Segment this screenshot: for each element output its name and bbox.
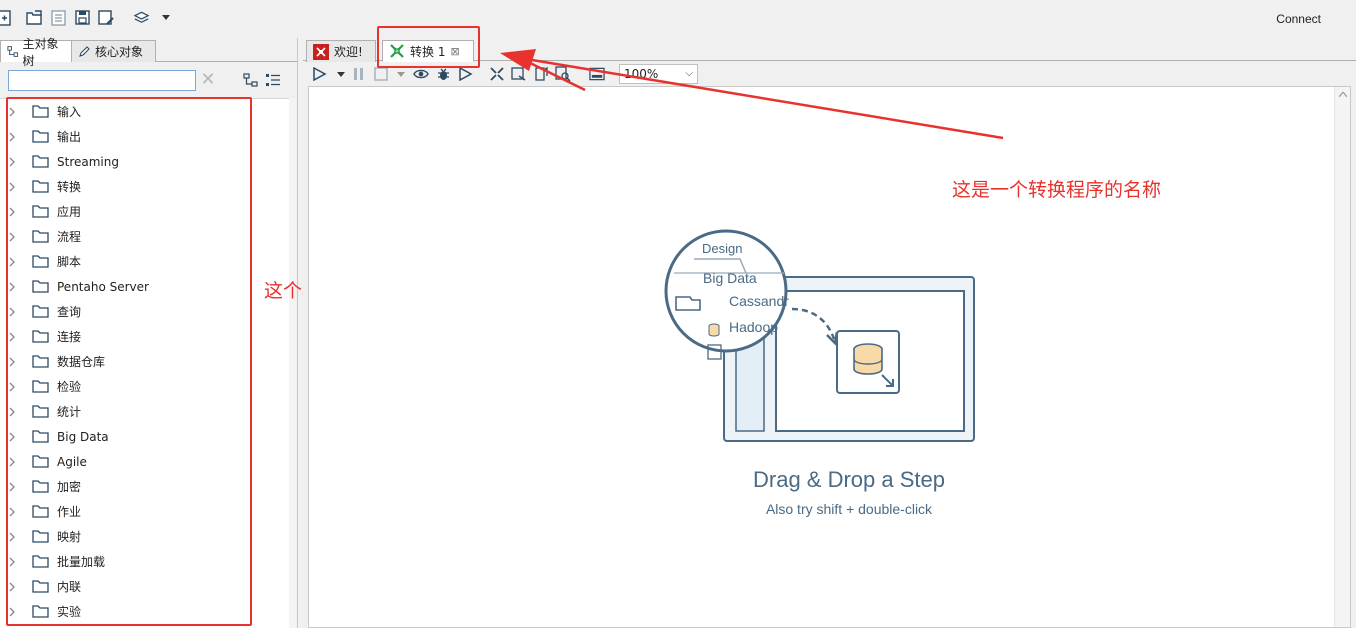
save-icon[interactable] <box>74 9 91 26</box>
stop-options-chevron-icon[interactable] <box>393 66 409 82</box>
chevron-down-icon[interactable] <box>157 9 174 26</box>
left-tab-bar: 主对象树 核心对象 <box>0 37 298 68</box>
annotation-arrow <box>500 49 1004 140</box>
design-folder-label: Big Data <box>703 270 757 286</box>
stop-icon[interactable] <box>373 66 389 82</box>
transformation-canvas[interactable]: Design Big Data Cassandra Hadoop Drag & … <box>308 86 1351 628</box>
design-item-cassandra: Cassandra <box>729 293 789 309</box>
open-file-icon[interactable] <box>26 9 43 26</box>
layers-icon[interactable] <box>133 9 150 26</box>
design-item-hadoop: Hadoop <box>729 319 779 335</box>
clear-search-icon[interactable]: ✕ <box>199 71 217 89</box>
debug-bug-icon[interactable] <box>435 66 451 82</box>
drag-drop-title: Drag & Drop a Step <box>753 467 945 492</box>
annotation-tab-box <box>377 26 480 68</box>
canvas-scrollbar[interactable] <box>1334 87 1350 627</box>
design-tab-label: Design <box>702 241 743 256</box>
tab-core-objects[interactable]: 核心对象 <box>72 40 156 62</box>
search-input[interactable] <box>8 70 196 91</box>
pencil-icon <box>79 46 90 57</box>
main-toolbar: Connect <box>0 0 1356 38</box>
explore-repository-icon[interactable] <box>50 9 67 26</box>
connect-button[interactable]: Connect <box>1276 12 1321 26</box>
replay-icon[interactable] <box>457 66 473 82</box>
run-icon[interactable] <box>311 66 327 82</box>
tab-main-object-tree[interactable]: 主对象树 <box>0 37 72 68</box>
run-options-chevron-icon[interactable] <box>333 66 349 82</box>
new-file-icon[interactable] <box>0 9 13 26</box>
drag-drop-subtitle: Also try shift + double-click <box>765 501 933 517</box>
save-as-icon[interactable] <box>98 9 115 26</box>
tab-label: 欢迎! <box>334 45 363 59</box>
tree-icon <box>7 46 19 57</box>
drag-drop-illustration <box>664 229 975 442</box>
left-scrollbar[interactable] <box>289 98 296 628</box>
pause-icon[interactable] <box>351 66 367 82</box>
welcome-icon <box>313 43 329 60</box>
collapse-all-icon[interactable] <box>243 73 259 90</box>
preview-eye-icon[interactable] <box>413 66 429 82</box>
expand-all-icon[interactable] <box>265 73 281 90</box>
tab-welcome[interactable]: 欢迎! <box>306 40 376 62</box>
annotation-tree-box <box>6 97 252 626</box>
tab-label: 核心对象 <box>95 45 144 59</box>
design-items-clip: Cassandra Hadoop <box>727 293 789 339</box>
search-row: ✕ <box>0 64 298 96</box>
scroll-up-icon[interactable] <box>1339 92 1347 97</box>
annotation-tab-note: 这是一个转换程序的名称 <box>952 179 1162 201</box>
